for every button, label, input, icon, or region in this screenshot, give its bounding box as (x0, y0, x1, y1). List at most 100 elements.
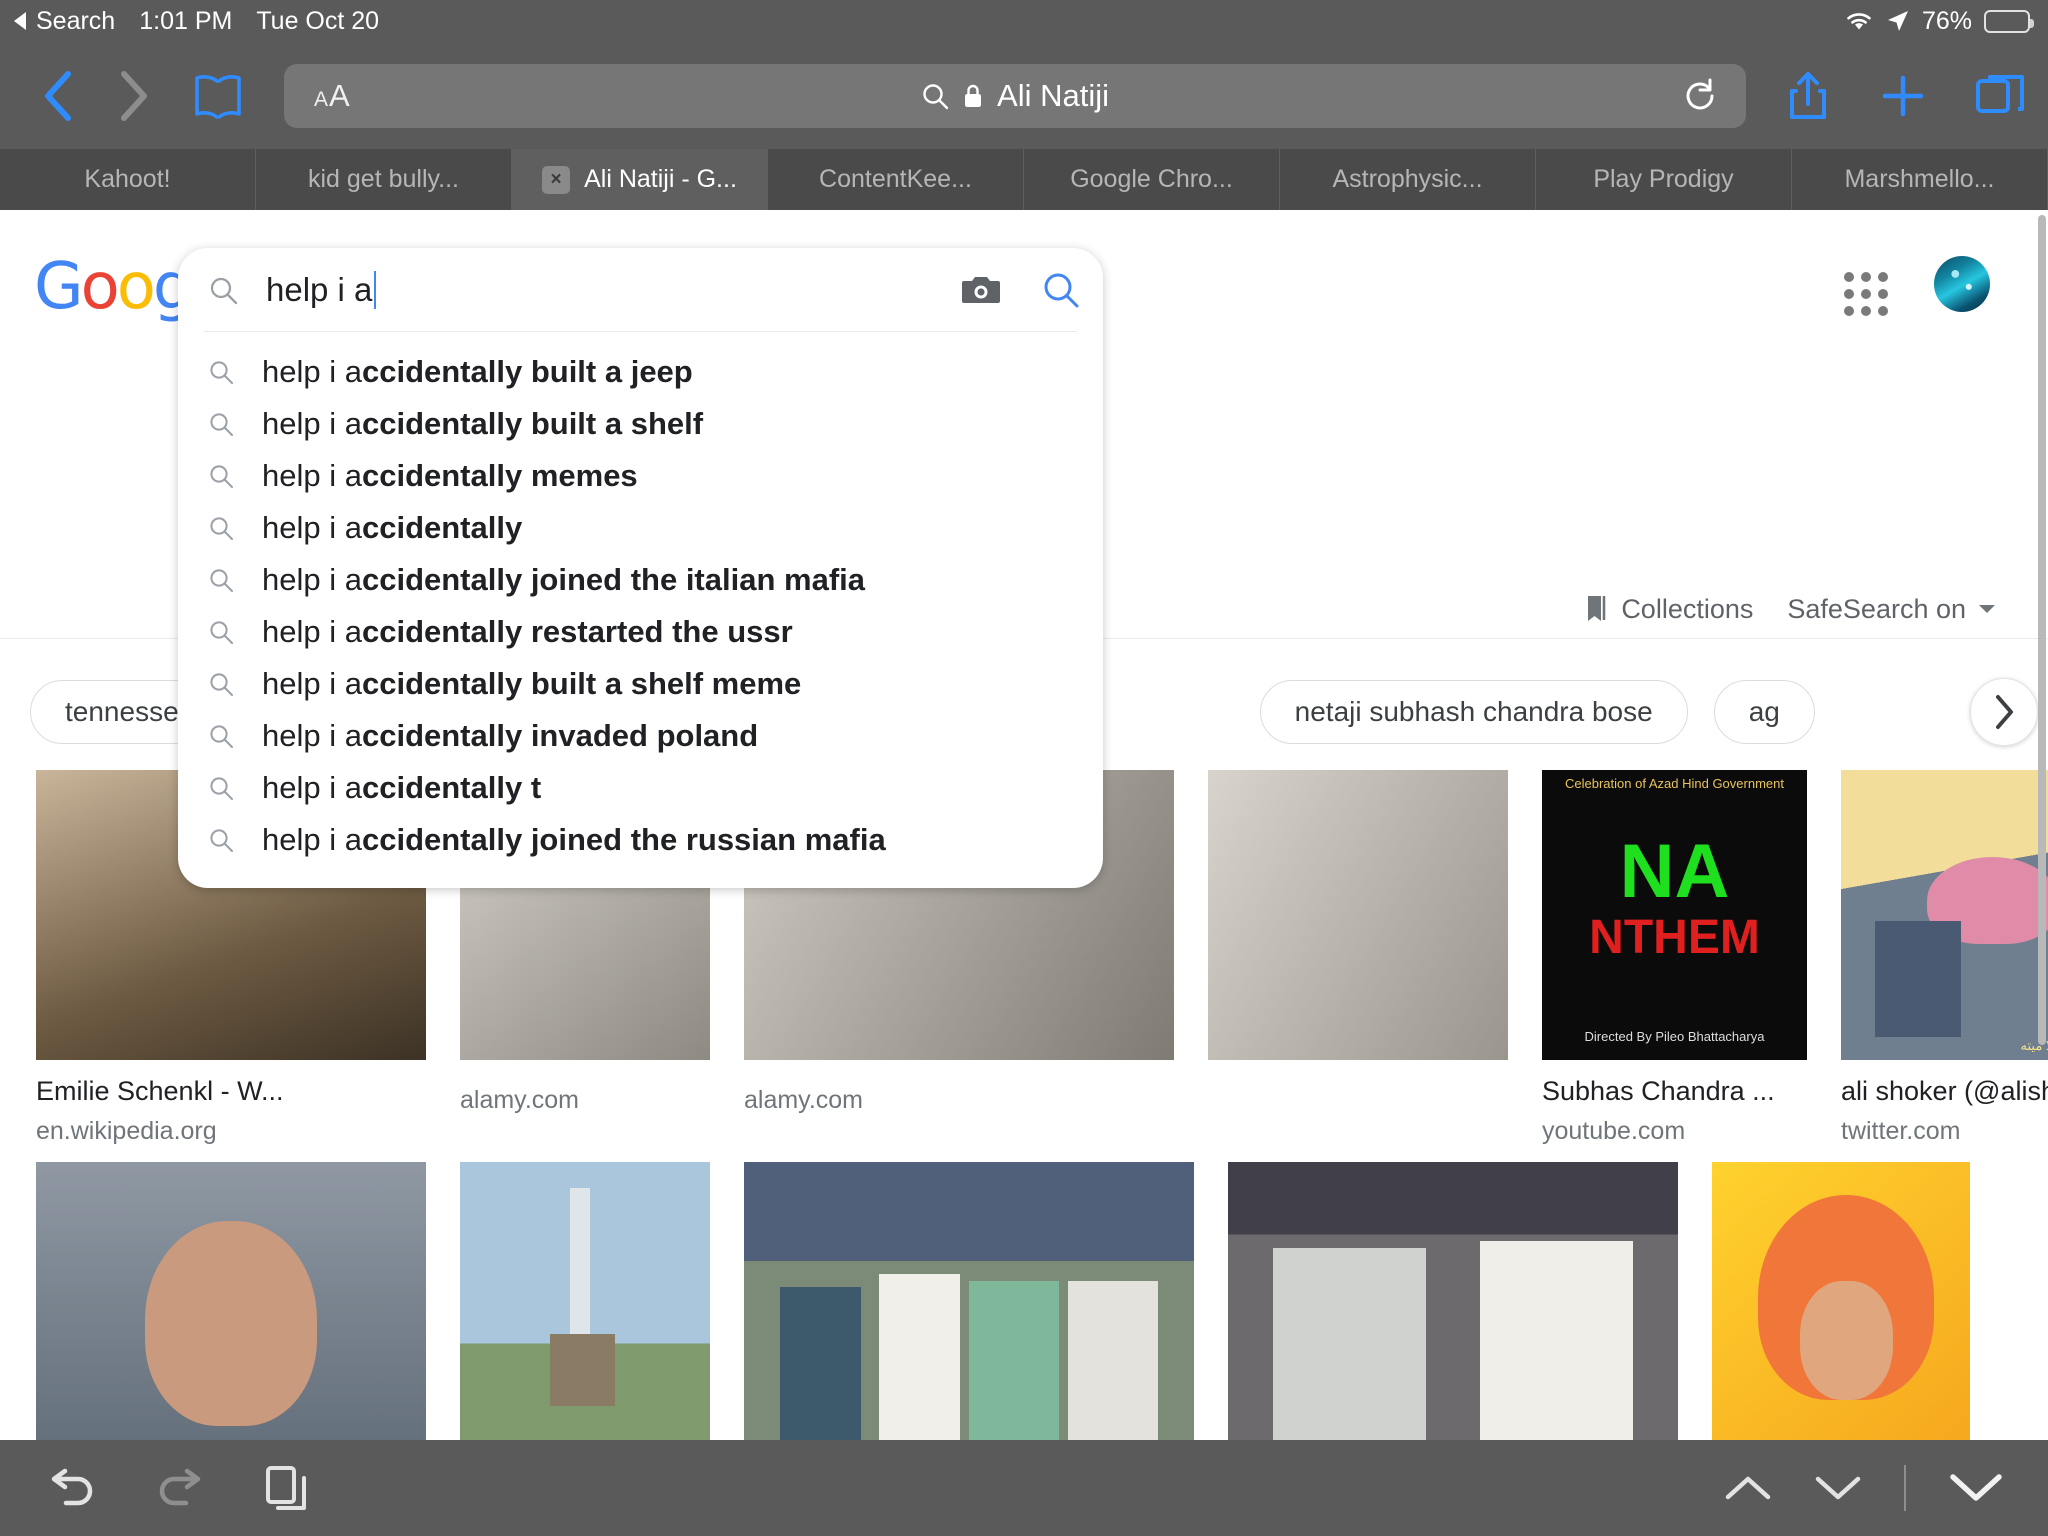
browser-tab[interactable]: kid get bully... (256, 149, 512, 210)
share-icon[interactable] (1786, 70, 1830, 122)
search-icon (208, 827, 262, 853)
suggestion-item[interactable]: help i accidentally built a shelf meme (178, 658, 1103, 710)
logo-letter: o (116, 250, 156, 324)
battery-percent-label: 76% (1921, 6, 1972, 35)
address-bar-content: Ali Natiji (921, 78, 1109, 114)
caret-down-icon (1978, 603, 1996, 615)
search-icon (208, 567, 262, 593)
tab-bar: Kahoot! kid get bully... × Ali Natiji - … (0, 149, 2048, 210)
page-scrollbar[interactable] (2038, 215, 2046, 1045)
image-result-card[interactable]: Netaji High Resolution Stock ... alamy.c… (1228, 1162, 1678, 1440)
search-icon (208, 619, 262, 645)
dismiss-chevron-icon[interactable] (1948, 1468, 2004, 1508)
image-result-card[interactable]: ali shoker (@alishoker322) | Twi... twit… (36, 1162, 426, 1440)
browser-tab[interactable]: Play Prodigy (1536, 149, 1792, 210)
address-bar[interactable]: AA Ali Natiji (284, 63, 1746, 128)
avatar[interactable] (1934, 256, 1990, 312)
image-result-card[interactable]: Celebration of Azad Hind Government NA N… (1542, 770, 1807, 1146)
text-size-aa-button[interactable]: AA (314, 78, 351, 114)
suggestion-item[interactable]: help i accidentally built a shelf (178, 398, 1103, 450)
tab-overview-icon[interactable] (1976, 73, 2026, 119)
chip-ag[interactable]: ag (1713, 680, 1815, 744)
image-result-card[interactable]: zainab mossawwi Ta... facebook.com (1712, 1162, 1970, 1440)
search-icon (208, 275, 238, 305)
accessory-right (1724, 1465, 2004, 1511)
back-triangle-icon[interactable] (14, 12, 26, 30)
image-result-card[interactable]: Netaji High Resolution Stock ... alamy.c… (744, 1162, 1194, 1440)
suggestion-text: help i accidentally built a shelf (262, 406, 704, 441)
suggestion-item[interactable]: help i accidentally joined the russian m… (178, 814, 1103, 866)
suggestion-item[interactable]: help i accidentally built a jeep (178, 346, 1103, 398)
toolbar-right-icons (1764, 70, 2026, 122)
image-result-card[interactable]: هذي نايمه والا ميته ali shoker (@alishok… (1841, 770, 2048, 1146)
result-title[interactable]: Emilie Schenkl - W... (36, 1076, 426, 1107)
browser-tab[interactable]: Marshmello... (1792, 149, 2048, 210)
result-source: alamy.com (460, 1086, 580, 1114)
redo-icon (154, 1465, 208, 1511)
status-date: Tue Oct 20 (256, 6, 380, 35)
back-chevron-icon[interactable] (22, 68, 96, 124)
result-thumbnail[interactable]: هذي نايمه والا ميته (1841, 770, 2048, 1060)
status-back-app-label[interactable]: Search (36, 7, 115, 36)
result-thumbnail[interactable] (1208, 770, 1508, 1060)
search-input-actions (961, 270, 1081, 310)
search-icon (208, 463, 262, 489)
chevron-up-icon[interactable] (1724, 1471, 1772, 1505)
search-icon (208, 359, 262, 385)
suggestion-item[interactable]: help i accidentally joined the italian m… (178, 554, 1103, 606)
collections-label: Collections (1621, 593, 1754, 624)
browser-tab[interactable]: Kahoot! (0, 149, 256, 210)
suggestion-item[interactable]: help i accidentally t (178, 762, 1103, 814)
search-input-row[interactable]: help i a (178, 248, 1103, 331)
bookmarks-book-icon[interactable] (170, 72, 266, 120)
lock-icon (963, 83, 983, 109)
camera-icon[interactable] (961, 273, 1001, 307)
suggestion-item[interactable]: help i accidentally restarted the ussr (178, 606, 1103, 658)
copy-paste-icon[interactable] (264, 1464, 308, 1512)
tab-label: kid get bully... (307, 165, 459, 193)
result-thumbnail[interactable] (744, 1162, 1194, 1440)
tab-label: Marshmello... (1844, 165, 1995, 193)
suggestion-item[interactable]: help i accidentally invaded poland (178, 710, 1103, 762)
search-submit-icon[interactable] (1041, 270, 1081, 310)
chevron-right-icon (1993, 694, 2015, 730)
search-suggestions-panel: help i a help i accidentally built a jee… (178, 248, 1103, 888)
tab-label: Astrophysic... (1332, 165, 1483, 193)
browser-tab[interactable]: Google Chro... (1024, 149, 1280, 210)
result-thumbnail[interactable] (1228, 1162, 1678, 1440)
chevron-down-icon[interactable] (1814, 1471, 1862, 1505)
status-bar-right: 76% (1844, 7, 2048, 36)
undo-icon[interactable] (44, 1465, 98, 1511)
result-title[interactable]: ali shoker (@alishoker... (1841, 1076, 2048, 1107)
image-result-card[interactable]: Netaji High Resolutio... alamy.com (460, 1162, 710, 1440)
safesearch-dropdown[interactable]: SafeSearch on (1787, 594, 1996, 625)
suggestion-item[interactable]: help i accidentally memes (178, 450, 1103, 502)
apps-grid-icon[interactable] (1844, 272, 1888, 316)
collections-button[interactable]: Collections (1585, 594, 1753, 625)
result-thumbnail[interactable]: Celebration of Azad Hind Government NA N… (1542, 770, 1807, 1060)
result-source: en.wikipedia.org (36, 1117, 217, 1145)
suggestion-item[interactable]: help i accidentally (178, 502, 1103, 554)
search-input-value: help i a (266, 270, 373, 308)
result-thumbnail[interactable] (36, 1162, 426, 1440)
browser-tab[interactable]: Astrophysic... (1280, 149, 1536, 210)
result-title[interactable]: Subhas Chandra ... (1542, 1076, 1807, 1107)
reload-icon[interactable] (1682, 78, 1718, 114)
search-icon (208, 723, 262, 749)
screen: Search 1:01 PM Tue Oct 20 76% AA Ali Nat… (0, 0, 2048, 1536)
suggestion-text: help i accidentally (262, 510, 523, 545)
status-bar-left: Search 1:01 PM Tue Oct 20 (0, 7, 379, 36)
result-thumbnail[interactable] (1712, 1162, 1970, 1440)
search-icon (208, 671, 262, 697)
bookmark-icon (1585, 594, 1609, 624)
browser-tab[interactable]: ContentKee... (768, 149, 1024, 210)
browser-tab-active[interactable]: × Ali Natiji - G... (512, 149, 768, 210)
chips-next-button[interactable] (1970, 678, 2038, 746)
chip-netaji[interactable]: netaji subhash chandra bose (1259, 680, 1688, 744)
search-input[interactable]: help i a (266, 270, 377, 309)
suggestion-text: help i accidentally built a shelf meme (262, 666, 802, 701)
result-thumbnail[interactable] (460, 1162, 710, 1440)
close-icon[interactable]: × (542, 165, 571, 194)
image-result-card[interactable] (1208, 770, 1508, 1060)
new-tab-plus-icon[interactable] (1880, 73, 1926, 119)
